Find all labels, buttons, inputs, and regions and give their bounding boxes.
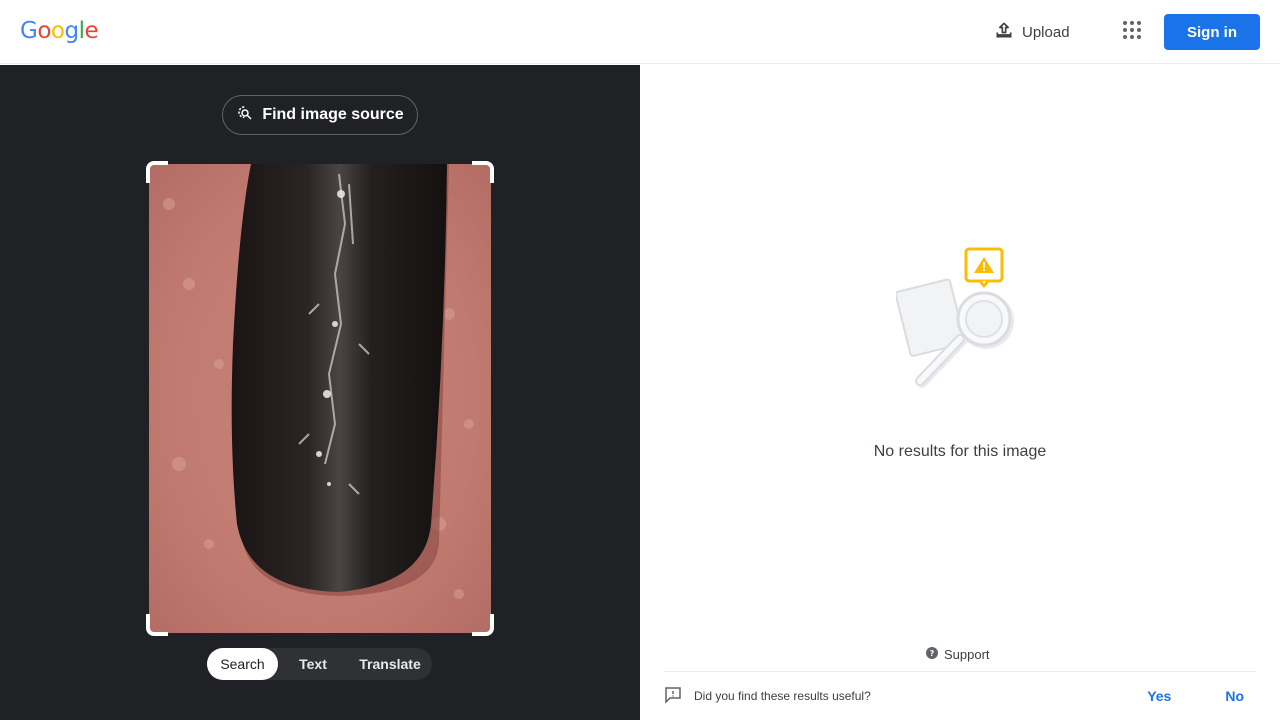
help-icon: ? [926,647,938,662]
mode-translate-tab[interactable]: Translate [348,648,432,680]
results-panel: No results for this image ? Support Did … [640,65,1280,720]
crop-selection[interactable] [146,161,494,636]
feedback-no-button[interactable]: No [1213,684,1256,708]
google-logo[interactable]: Google [20,18,99,44]
crop-handle-bottom-left[interactable] [146,614,168,636]
lens-search-icon [236,104,254,127]
mode-text-tab[interactable]: Text [278,648,348,680]
feedback-bar: Did you find these results useful? Yes N… [664,683,1256,709]
image-preview-panel: Find image source Search Text Translate [0,65,640,720]
svg-text:?: ? [930,649,935,658]
sign-in-button[interactable]: Sign in [1164,14,1260,50]
upload-button[interactable]: Upload [984,14,1080,50]
crop-handle-bottom-right[interactable] [472,614,494,636]
mode-search-tab[interactable]: Search [207,648,278,680]
uploaded-image [149,164,491,633]
apps-grid-icon [1122,20,1142,45]
feedback-yes-button[interactable]: Yes [1135,684,1183,708]
logo-letter: g [64,18,79,44]
feedback-question: Did you find these results useful? [694,689,871,703]
divider [664,671,1256,672]
support-label: Support [944,647,990,662]
no-results-message: No results for this image [873,443,1047,460]
feedback-icon [664,686,682,707]
apps-button[interactable] [1112,12,1152,52]
top-bar: Google Upload Sign in [0,0,1280,64]
logo-letter: e [84,18,99,44]
logo-letter: G [20,18,38,44]
find-image-source-label: Find image source [262,106,404,123]
mode-switcher: Search Text Translate [207,648,432,680]
crop-handle-top-left[interactable] [146,161,168,183]
logo-letter: o [37,18,51,44]
upload-icon [994,20,1014,44]
upload-label: Upload [1022,23,1070,41]
support-link[interactable]: ? Support [926,647,990,662]
no-results-illustration [894,245,1024,401]
crop-handle-top-right[interactable] [472,161,494,183]
find-image-source-button[interactable]: Find image source [222,95,418,135]
logo-letter: o [50,18,65,44]
